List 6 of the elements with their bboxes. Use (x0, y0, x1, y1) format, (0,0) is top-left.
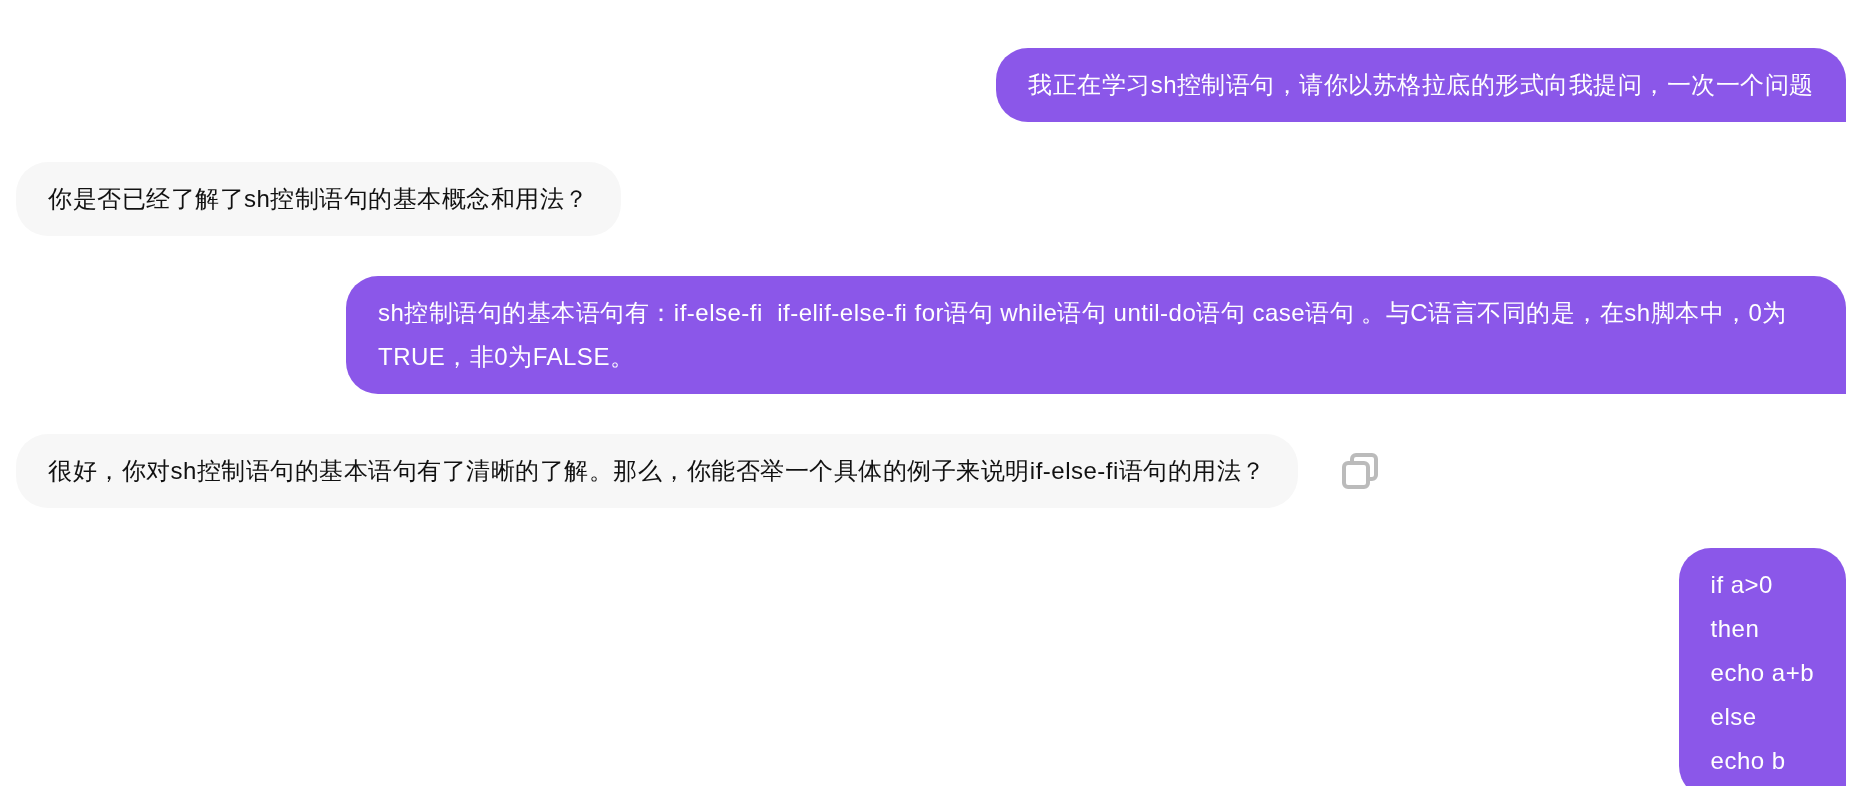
assistant-message: 你是否已经了解了sh控制语句的基本概念和用法？ (16, 162, 621, 236)
user-message: if a>0 then echo a+b else echo b (1678, 548, 1846, 786)
copy-icon[interactable] (1339, 451, 1380, 491)
user-message: sh控制语句的基本语句有：if-else-fi if-elif-else-fi for语句 while语句 until-do语句 case语句 。与C语言不同的是，在sh脚本中，0为TRUE，非0为FALSE。 (346, 276, 1846, 394)
user-message: 我正在学习sh控制语句，请你以苏格拉底的形式向我提问，一次一个问题 (996, 48, 1846, 122)
assistant-message: 很好，你对sh控制语句的基本语句有了清晰的了解。那么，你能否举一个具体的例子来说明if-else-fi语句的用法？ (16, 434, 1298, 508)
